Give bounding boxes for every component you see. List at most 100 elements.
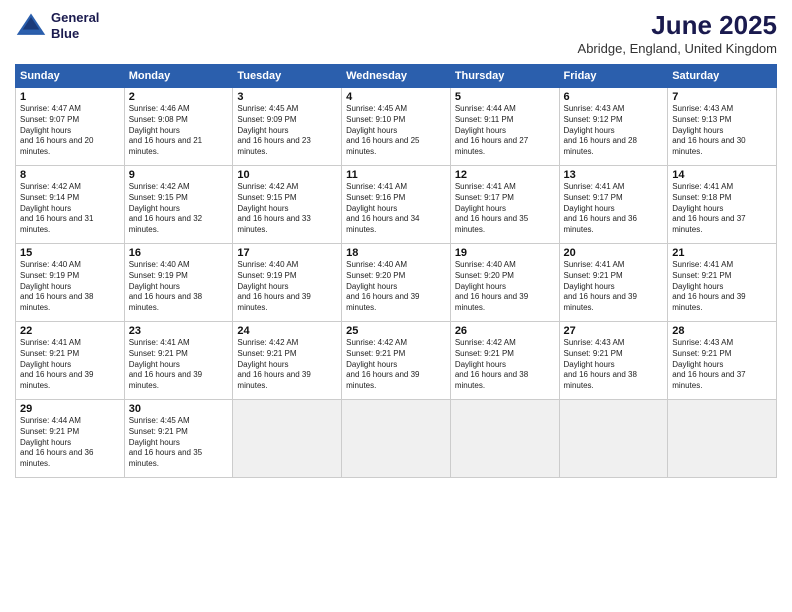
sunset-label: Sunset: 9:19 PM (237, 271, 296, 280)
daylight-value: and 16 hours and 38 minutes. (20, 292, 93, 312)
day-info: Sunrise: 4:44 AM Sunset: 9:21 PM Dayligh… (20, 416, 120, 470)
sunset-label: Sunset: 9:16 PM (346, 193, 405, 202)
daylight-label: Daylight hours (455, 204, 506, 213)
calendar-week-row: 29 Sunrise: 4:44 AM Sunset: 9:21 PM Dayl… (16, 400, 777, 478)
logo-icon (15, 10, 47, 42)
daylight-value: and 16 hours and 20 minutes. (20, 136, 93, 156)
sunset-label: Sunset: 9:12 PM (564, 115, 623, 124)
sunset-label: Sunset: 9:21 PM (20, 427, 79, 436)
sunrise-label: Sunrise: 4:41 AM (672, 182, 733, 191)
day-number: 14 (672, 169, 772, 181)
day-number: 2 (129, 91, 229, 103)
daylight-label: Daylight hours (672, 204, 723, 213)
col-sunday: Sunday (16, 65, 125, 88)
daylight-label: Daylight hours (455, 282, 506, 291)
daylight-value: and 16 hours and 36 minutes. (20, 448, 93, 468)
daylight-value: and 16 hours and 39 minutes. (20, 370, 93, 390)
day-number: 29 (20, 403, 120, 415)
sunrise-label: Sunrise: 4:42 AM (237, 182, 298, 191)
daylight-label: Daylight hours (672, 360, 723, 369)
table-row: 12 Sunrise: 4:41 AM Sunset: 9:17 PM Dayl… (450, 166, 559, 244)
day-info: Sunrise: 4:41 AM Sunset: 9:17 PM Dayligh… (564, 182, 664, 236)
sunset-label: Sunset: 9:17 PM (564, 193, 623, 202)
table-row: 8 Sunrise: 4:42 AM Sunset: 9:14 PM Dayli… (16, 166, 125, 244)
day-info: Sunrise: 4:42 AM Sunset: 9:15 PM Dayligh… (237, 182, 337, 236)
sunrise-label: Sunrise: 4:43 AM (564, 104, 625, 113)
sunset-label: Sunset: 9:19 PM (20, 271, 79, 280)
day-number: 5 (455, 91, 555, 103)
day-number: 4 (346, 91, 446, 103)
table-row (342, 400, 451, 478)
table-row (668, 400, 777, 478)
daylight-value: and 16 hours and 37 minutes. (672, 214, 745, 234)
daylight-value: and 16 hours and 39 minutes. (237, 292, 310, 312)
table-row: 26 Sunrise: 4:42 AM Sunset: 9:21 PM Dayl… (450, 322, 559, 400)
col-monday: Monday (124, 65, 233, 88)
day-number: 13 (564, 169, 664, 181)
daylight-label: Daylight hours (20, 360, 71, 369)
sunset-label: Sunset: 9:21 PM (129, 427, 188, 436)
calendar-week-row: 22 Sunrise: 4:41 AM Sunset: 9:21 PM Dayl… (16, 322, 777, 400)
daylight-label: Daylight hours (20, 282, 71, 291)
sunrise-label: Sunrise: 4:42 AM (20, 182, 81, 191)
table-row: 16 Sunrise: 4:40 AM Sunset: 9:19 PM Dayl… (124, 244, 233, 322)
daylight-value: and 16 hours and 37 minutes. (672, 370, 745, 390)
day-number: 10 (237, 169, 337, 181)
sunset-label: Sunset: 9:21 PM (455, 349, 514, 358)
table-row: 2 Sunrise: 4:46 AM Sunset: 9:08 PM Dayli… (124, 88, 233, 166)
table-row: 10 Sunrise: 4:42 AM Sunset: 9:15 PM Dayl… (233, 166, 342, 244)
sunrise-label: Sunrise: 4:41 AM (672, 260, 733, 269)
sunset-label: Sunset: 9:20 PM (455, 271, 514, 280)
daylight-value: and 16 hours and 21 minutes. (129, 136, 202, 156)
table-row: 19 Sunrise: 4:40 AM Sunset: 9:20 PM Dayl… (450, 244, 559, 322)
day-info: Sunrise: 4:45 AM Sunset: 9:10 PM Dayligh… (346, 104, 446, 158)
daylight-label: Daylight hours (237, 282, 288, 291)
sunset-label: Sunset: 9:21 PM (564, 271, 623, 280)
logo-text: General Blue (51, 10, 99, 41)
daylight-label: Daylight hours (346, 360, 397, 369)
sunset-label: Sunset: 9:21 PM (564, 349, 623, 358)
table-row: 17 Sunrise: 4:40 AM Sunset: 9:19 PM Dayl… (233, 244, 342, 322)
day-info: Sunrise: 4:43 AM Sunset: 9:13 PM Dayligh… (672, 104, 772, 158)
daylight-label: Daylight hours (129, 282, 180, 291)
day-info: Sunrise: 4:42 AM Sunset: 9:21 PM Dayligh… (455, 338, 555, 392)
sunset-label: Sunset: 9:20 PM (346, 271, 405, 280)
table-row: 9 Sunrise: 4:42 AM Sunset: 9:15 PM Dayli… (124, 166, 233, 244)
daylight-value: and 16 hours and 35 minutes. (455, 214, 528, 234)
sunrise-label: Sunrise: 4:44 AM (455, 104, 516, 113)
daylight-label: Daylight hours (237, 126, 288, 135)
table-row: 15 Sunrise: 4:40 AM Sunset: 9:19 PM Dayl… (16, 244, 125, 322)
daylight-value: and 16 hours and 33 minutes. (237, 214, 310, 234)
day-info: Sunrise: 4:40 AM Sunset: 9:19 PM Dayligh… (20, 260, 120, 314)
day-number: 22 (20, 325, 120, 337)
daylight-label: Daylight hours (346, 204, 397, 213)
day-number: 27 (564, 325, 664, 337)
day-number: 26 (455, 325, 555, 337)
day-info: Sunrise: 4:44 AM Sunset: 9:11 PM Dayligh… (455, 104, 555, 158)
daylight-value: and 16 hours and 39 minutes. (455, 292, 528, 312)
table-row: 6 Sunrise: 4:43 AM Sunset: 9:12 PM Dayli… (559, 88, 668, 166)
daylight-label: Daylight hours (672, 282, 723, 291)
table-row: 18 Sunrise: 4:40 AM Sunset: 9:20 PM Dayl… (342, 244, 451, 322)
day-number: 1 (20, 91, 120, 103)
table-row: 1 Sunrise: 4:47 AM Sunset: 9:07 PM Dayli… (16, 88, 125, 166)
sunrise-label: Sunrise: 4:42 AM (237, 338, 298, 347)
day-info: Sunrise: 4:42 AM Sunset: 9:15 PM Dayligh… (129, 182, 229, 236)
day-number: 12 (455, 169, 555, 181)
day-number: 18 (346, 247, 446, 259)
table-row: 30 Sunrise: 4:45 AM Sunset: 9:21 PM Dayl… (124, 400, 233, 478)
table-row: 7 Sunrise: 4:43 AM Sunset: 9:13 PM Dayli… (668, 88, 777, 166)
sunset-label: Sunset: 9:19 PM (129, 271, 188, 280)
sunset-label: Sunset: 9:21 PM (672, 271, 731, 280)
daylight-value: and 16 hours and 39 minutes. (346, 292, 419, 312)
daylight-label: Daylight hours (129, 438, 180, 447)
calendar-table: Sunday Monday Tuesday Wednesday Thursday… (15, 64, 777, 478)
daylight-label: Daylight hours (237, 360, 288, 369)
day-info: Sunrise: 4:41 AM Sunset: 9:18 PM Dayligh… (672, 182, 772, 236)
col-wednesday: Wednesday (342, 65, 451, 88)
sunset-label: Sunset: 9:10 PM (346, 115, 405, 124)
daylight-value: and 16 hours and 39 minutes. (346, 370, 419, 390)
month-title: June 2025 (578, 10, 777, 41)
sunset-label: Sunset: 9:11 PM (455, 115, 514, 124)
sunset-label: Sunset: 9:08 PM (129, 115, 188, 124)
